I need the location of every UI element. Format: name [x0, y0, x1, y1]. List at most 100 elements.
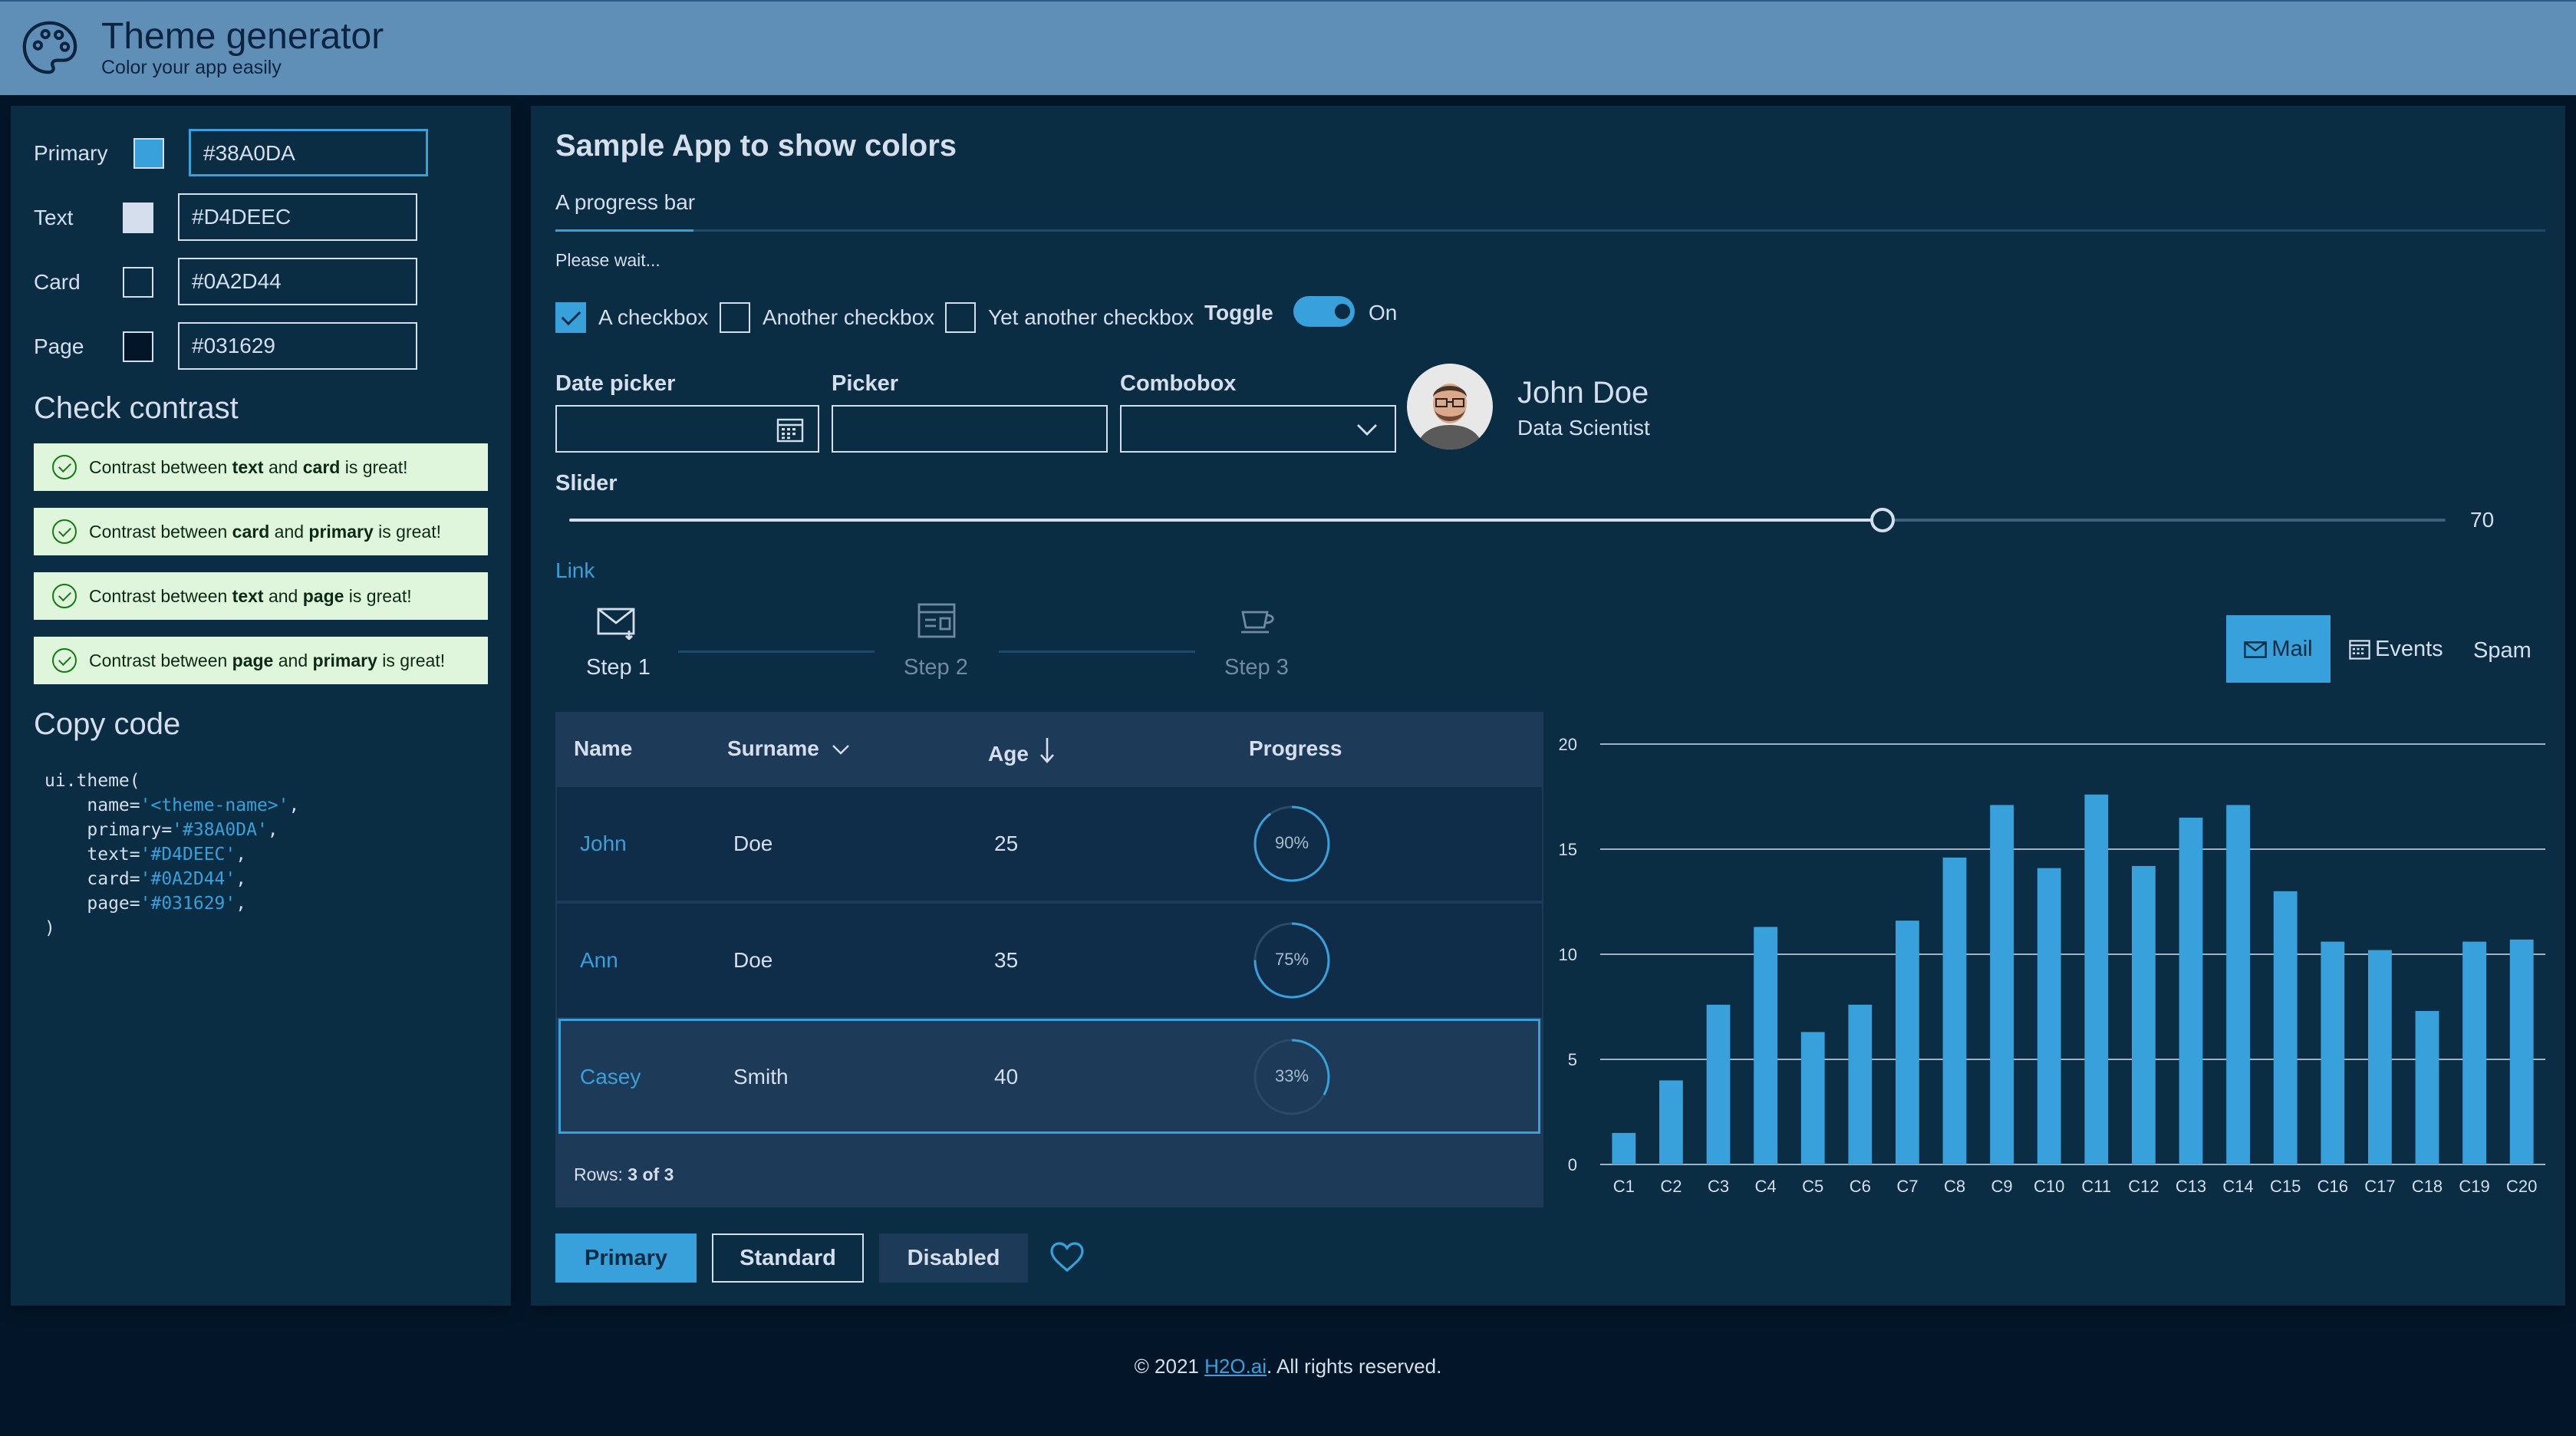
bar-c18[interactable] [2415, 1010, 2439, 1164]
bar-c10[interactable] [2037, 868, 2061, 1164]
column-header-name[interactable]: Name [574, 736, 632, 761]
primary-button[interactable]: Primary [555, 1233, 697, 1283]
x-tick-label: C10 [2034, 1177, 2064, 1196]
y-tick-label: 0 [1568, 1155, 1577, 1174]
cell-surname: Doe [733, 832, 773, 855]
primary-swatch[interactable] [133, 138, 164, 169]
table-row-selected[interactable] [558, 1019, 1540, 1134]
bar-c19[interactable] [2462, 941, 2486, 1164]
date-picker-label: Date picker [555, 371, 676, 396]
tab-events[interactable]: Events [2349, 615, 2443, 683]
cell-age: 35 [994, 948, 1019, 972]
h2o-link[interactable]: H2O.ai [1204, 1355, 1267, 1378]
page-swatch[interactable] [123, 331, 153, 362]
x-tick-label: C17 [2364, 1177, 2395, 1196]
bar-c7[interactable] [1896, 921, 1919, 1164]
slider-thumb[interactable] [1870, 508, 1895, 532]
page-color-input[interactable]: #031629 [178, 322, 417, 370]
slider-fill [569, 519, 1883, 522]
progress-track [555, 229, 2545, 232]
bar-c15[interactable] [2273, 891, 2298, 1164]
card-label: Card [34, 270, 81, 294]
calendar-icon[interactable] [776, 417, 804, 443]
toggle-knob[interactable] [1335, 304, 1350, 319]
x-tick-label: C14 [2222, 1177, 2253, 1196]
cell-name[interactable]: Ann [580, 948, 618, 973]
theme-code-block[interactable]: ui.theme( name='<theme-name>', primary='… [44, 769, 299, 940]
checkbox-1-label[interactable]: A checkbox [598, 305, 708, 330]
card-color-input[interactable]: #0A2D44 [178, 258, 417, 305]
bar-c4[interactable] [1754, 927, 1777, 1164]
bar-c14[interactable] [2226, 805, 2250, 1164]
x-tick-label: C2 [1660, 1177, 1682, 1196]
x-tick-label: C20 [2506, 1177, 2537, 1196]
bar-c17[interactable] [2368, 950, 2392, 1164]
bar-c1[interactable] [1612, 1132, 1636, 1164]
heart-icon[interactable] [1049, 1241, 1085, 1273]
x-tick-label: C9 [1991, 1177, 2013, 1196]
checkbox-1[interactable] [555, 302, 586, 333]
x-tick-label: C5 [1802, 1177, 1823, 1196]
bar-c20[interactable] [2509, 939, 2534, 1164]
column-header-progress[interactable]: Progress [1249, 736, 1342, 761]
x-tick-label: C6 [1850, 1177, 1871, 1196]
y-tick-label: 5 [1568, 1050, 1577, 1069]
checkbox-3[interactable] [945, 302, 976, 333]
tab-spam[interactable]: Spam [2473, 617, 2532, 684]
bar-c11[interactable] [2084, 794, 2109, 1164]
chevron-down-icon [832, 745, 849, 755]
sample-app-title: Sample App to show colors [555, 129, 957, 163]
text-label: Text [34, 206, 74, 229]
mail-icon [2244, 641, 2268, 659]
step-3[interactable]: Step 3 [1224, 655, 1289, 680]
text-swatch[interactable] [123, 203, 153, 233]
link[interactable]: Link [555, 558, 595, 583]
picker-input[interactable] [832, 405, 1108, 453]
persona-role: Data Scientist [1517, 416, 1650, 440]
progress-ring: 90% [1253, 805, 1330, 882]
bar-c3[interactable] [1706, 1004, 1731, 1164]
column-header-age[interactable]: Age [988, 736, 1055, 766]
step-1[interactable]: Step 1 [586, 655, 651, 680]
checkbox-2-label[interactable]: Another checkbox [763, 305, 934, 330]
contrast-message: Contrast between page and primary is gre… [34, 637, 488, 684]
bar-c8[interactable] [1942, 857, 1967, 1164]
table-row[interactable] [557, 787, 1542, 901]
table-row[interactable] [557, 904, 1542, 1017]
bar-c16[interactable] [2321, 941, 2345, 1164]
calendar-icon [917, 603, 956, 638]
check-circle-icon [52, 648, 77, 673]
step-2[interactable]: Step 2 [904, 655, 968, 680]
text-color-input[interactable]: #D4DEEC [178, 193, 417, 241]
app-header [0, 0, 2576, 95]
palette-icon [22, 21, 77, 74]
cell-name[interactable]: Casey [580, 1065, 641, 1089]
x-tick-label: C8 [1944, 1177, 1965, 1196]
cell-name[interactable]: John [580, 832, 627, 856]
bar-c2[interactable] [1659, 1080, 1683, 1164]
x-tick-label: C4 [1755, 1177, 1777, 1196]
card-swatch[interactable] [123, 267, 153, 298]
combobox-label: Combobox [1120, 371, 1237, 396]
footer: © 2021 H2O.ai. All rights reserved. [1134, 1355, 1442, 1378]
combobox-input[interactable] [1120, 405, 1396, 453]
tab-mail[interactable]: Mail [2226, 615, 2331, 683]
standard-button[interactable]: Standard [712, 1233, 864, 1283]
column-header-surname[interactable]: Surname [727, 736, 850, 761]
bar-c5[interactable] [1800, 1032, 1825, 1164]
bar-c9[interactable] [1990, 805, 2014, 1164]
primary-color-input[interactable]: #38A0DA [189, 129, 428, 176]
cell-surname: Smith [733, 1065, 789, 1089]
progress-caption: Please wait... [555, 250, 660, 270]
page-label: Page [34, 334, 84, 358]
bar-c6[interactable] [1848, 1004, 1873, 1164]
bar-c13[interactable] [2179, 817, 2203, 1164]
x-tick-label: C7 [1896, 1177, 1918, 1196]
bar-c12[interactable] [2132, 865, 2156, 1164]
contrast-message: Contrast between card and primary is gre… [34, 508, 488, 555]
app-title: Theme generator [101, 16, 384, 57]
checkbox-3-label[interactable]: Yet another checkbox [988, 305, 1194, 330]
checkbox-2[interactable] [720, 302, 750, 333]
cell-age: 40 [994, 1065, 1019, 1089]
chevron-down-icon[interactable] [1356, 420, 1378, 437]
